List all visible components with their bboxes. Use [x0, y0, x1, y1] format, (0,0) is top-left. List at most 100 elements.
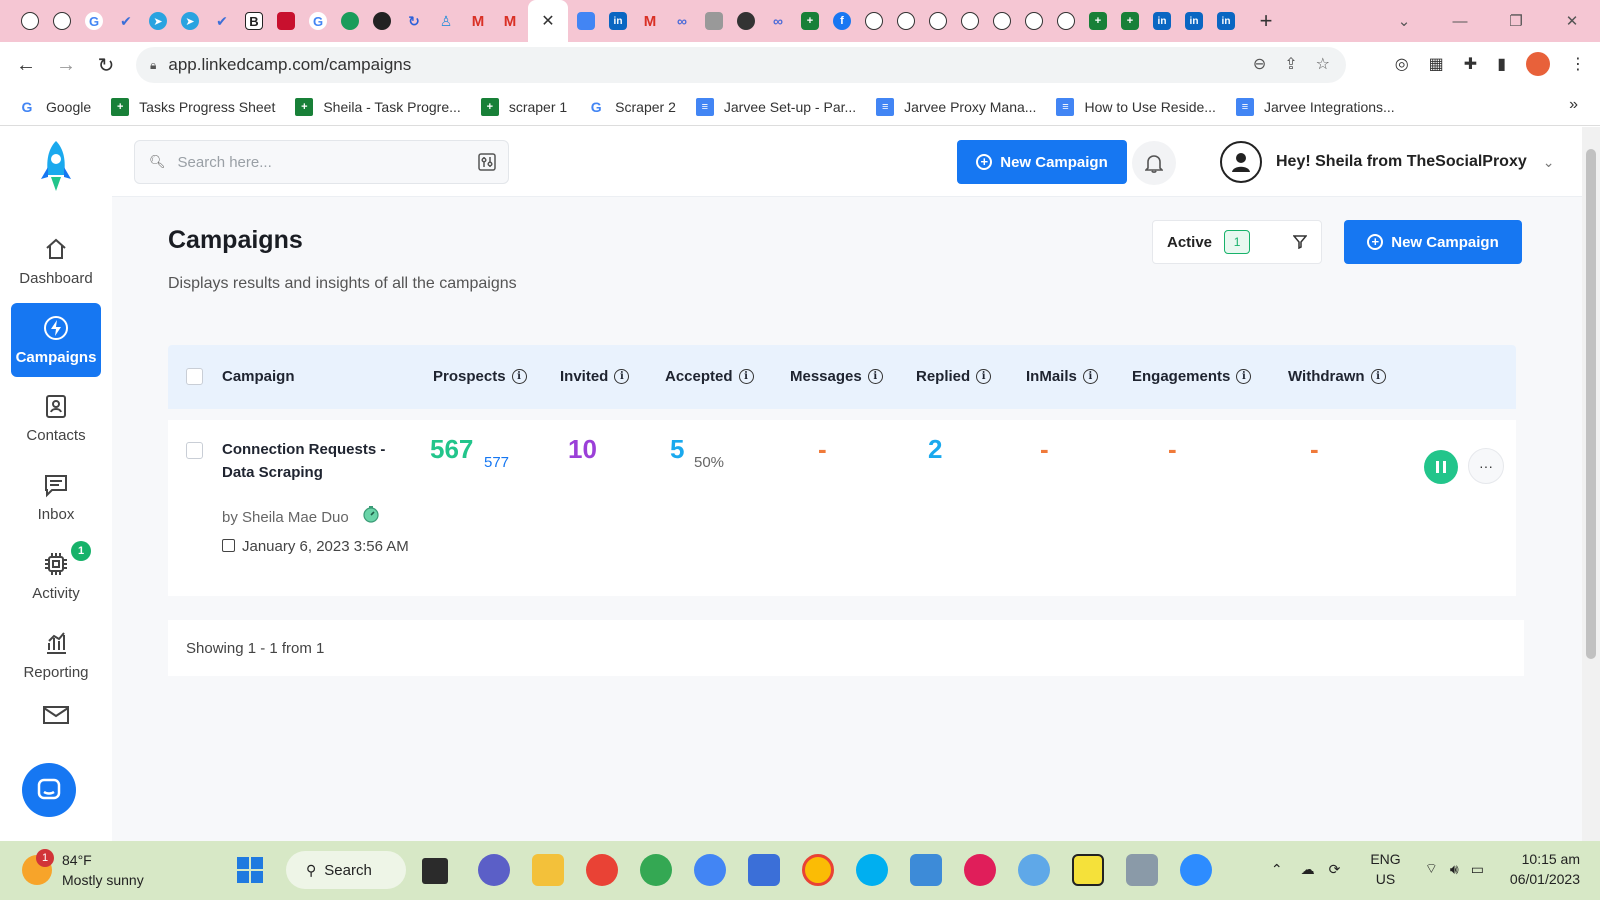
tab-search-icon[interactable]: ⌄ [1376, 12, 1432, 30]
info-icon[interactable]: i [1082, 369, 1098, 384]
table-row[interactable]: Connection Requests - Data Scraping by S… [168, 420, 1516, 596]
tab-favicon[interactable]: ➤ [174, 5, 206, 37]
page-scrollbar[interactable] [1582, 127, 1600, 841]
tab-favicon[interactable] [954, 5, 986, 37]
status-filter-dropdown[interactable]: Active 1 [1152, 220, 1322, 264]
slack-icon[interactable] [964, 854, 996, 886]
user-menu[interactable]: Hey! Sheila from TheSocialProxy ⌄ [1220, 141, 1554, 183]
sidebar-item-reporting[interactable]: Reporting [11, 618, 101, 692]
tab-favicon[interactable]: M [494, 5, 526, 37]
info-icon[interactable]: i [1370, 369, 1386, 384]
notepad-icon[interactable] [910, 854, 942, 886]
close-window-icon[interactable]: ✕ [1544, 12, 1600, 30]
forward-icon[interactable]: → [46, 54, 86, 77]
bookmark-scraper-1[interactable]: + scraper 1 [480, 97, 567, 116]
tab-favicon[interactable]: M [462, 5, 494, 37]
info-icon[interactable]: i [1236, 369, 1252, 384]
share-icon[interactable]: ⇪ [1284, 54, 1297, 74]
zoom-icon[interactable] [1180, 854, 1212, 886]
chrome-icon[interactable] [640, 854, 672, 886]
tab-favicon[interactable]: + [794, 5, 826, 37]
notifications-button[interactable] [1132, 141, 1176, 185]
sidebar-item-dashboard[interactable]: Dashboard [11, 224, 101, 298]
new-campaign-button[interactable]: + New Campaign [1344, 220, 1522, 264]
reload-icon[interactable]: ↻ [86, 53, 126, 78]
minimize-icon[interactable]: — [1432, 13, 1488, 30]
remote-desktop-icon[interactable] [748, 854, 780, 886]
bookmark-how-to-use[interactable]: ≡ How to Use Reside... [1056, 97, 1216, 116]
sidebar-item-contacts[interactable]: Contacts [11, 381, 101, 455]
row-more-options-button[interactable]: ··· [1468, 448, 1504, 484]
column-engagements[interactable]: Engagements i [1132, 368, 1252, 385]
extension-globe-icon[interactable]: ◎ [1395, 54, 1409, 74]
tab-favicon[interactable]: B [238, 5, 270, 37]
info-icon[interactable]: i [867, 369, 883, 384]
info-icon[interactable]: i [976, 369, 992, 384]
tab-favicon[interactable] [730, 5, 762, 37]
tab-favicon[interactable] [334, 5, 366, 37]
system-clock[interactable]: 10:15 am 06/01/2023 [1510, 849, 1580, 889]
bookmark-jarvee-proxy[interactable]: ≡ Jarvee Proxy Mana... [876, 97, 1036, 116]
pause-campaign-button[interactable] [1424, 450, 1458, 484]
file-explorer-icon[interactable] [532, 854, 564, 886]
tab-favicon[interactable]: in [1178, 5, 1210, 37]
tab-favicon[interactable]: + [1114, 5, 1146, 37]
bookmark-google[interactable]: G Google [18, 97, 91, 116]
tab-favicon[interactable]: M [634, 5, 666, 37]
column-prospects[interactable]: Prospects i [433, 368, 527, 385]
sidebar-item-inbox[interactable]: Inbox [11, 460, 101, 534]
tab-favicon[interactable]: ↻ [398, 5, 430, 37]
address-bar[interactable]: 🔒︎ app.linkedcamp.com/campaigns ⊖ ⇪ ☆ [136, 47, 1346, 83]
support-chat-button[interactable] [22, 763, 76, 817]
column-messages[interactable]: Messages i [790, 368, 883, 385]
bookmark-tasks-progress-sheet[interactable]: + Tasks Progress Sheet [111, 97, 275, 116]
volume-icon[interactable]: 🔊︎ [1450, 861, 1459, 878]
column-replied[interactable]: Replied i [916, 368, 992, 385]
tab-favicon[interactable] [46, 5, 78, 37]
zoom-icon[interactable]: ⊖ [1253, 54, 1266, 74]
tab-favicon[interactable]: ➤ [142, 5, 174, 37]
tab-favicon[interactable]: + [1082, 5, 1114, 37]
back-icon[interactable]: ← [6, 54, 46, 77]
sync-icon[interactable]: ⟳ [1329, 861, 1341, 878]
linkedcamp-logo[interactable] [38, 139, 74, 195]
column-inmails[interactable]: InMails i [1026, 368, 1098, 385]
battery-icon[interactable]: ▭ [1471, 861, 1484, 878]
tab-favicon[interactable] [922, 5, 954, 37]
calculator-icon[interactable] [1126, 854, 1158, 886]
search-options-icon[interactable] [478, 153, 496, 171]
tab-favicon[interactable] [270, 5, 302, 37]
bookmark-jarvee-setup[interactable]: ≡ Jarvee Set-up - Par... [695, 97, 856, 116]
tab-favicon[interactable]: in [1146, 5, 1178, 37]
search-input[interactable] [177, 153, 458, 171]
column-campaign[interactable]: Campaign [222, 368, 295, 385]
taskbar-search[interactable]: ⚲ Search [286, 851, 406, 889]
tab-favicon[interactable] [698, 5, 730, 37]
tab-favicon[interactable]: ✔ [206, 5, 238, 37]
bookmark-jarvee-integrations[interactable]: ≡ Jarvee Integrations... [1235, 97, 1395, 116]
info-icon[interactable]: i [511, 369, 527, 384]
bookmark-sheila-task[interactable]: + Sheila - Task Progre... [295, 97, 461, 116]
paint-icon[interactable] [1018, 854, 1050, 886]
column-accepted[interactable]: Accepted i [665, 368, 754, 385]
norton-icon[interactable] [1072, 854, 1104, 886]
profile-avatar[interactable] [1526, 52, 1550, 76]
tab-favicon[interactable] [570, 5, 602, 37]
bookmark-star-icon[interactable]: ☆ [1316, 54, 1330, 74]
campaign-name-link[interactable]: Connection Requests - Data Scraping [222, 438, 412, 484]
tab-favicon[interactable]: in [602, 5, 634, 37]
tab-favicon[interactable] [366, 5, 398, 37]
tab-favicon[interactable]: G [78, 5, 110, 37]
tab-favicon[interactable] [1050, 5, 1082, 37]
tab-favicon[interactable] [1018, 5, 1050, 37]
sidebar-item-campaigns[interactable]: Campaigns [11, 303, 101, 377]
extension-qr-icon[interactable]: ▦ [1429, 54, 1444, 74]
sidebar-item-activity[interactable]: 1 Activity [11, 539, 101, 613]
tab-favicon[interactable]: ∞ [666, 5, 698, 37]
weather-widget[interactable]: 1 84°F Mostly sunny [22, 849, 144, 890]
tab-favicon[interactable]: G [302, 5, 334, 37]
info-icon[interactable]: i [738, 369, 754, 384]
new-campaign-button-header[interactable]: + New Campaign [957, 140, 1127, 184]
active-tab-close-button[interactable]: ✕ [528, 0, 568, 42]
skype-icon[interactable] [856, 854, 888, 886]
